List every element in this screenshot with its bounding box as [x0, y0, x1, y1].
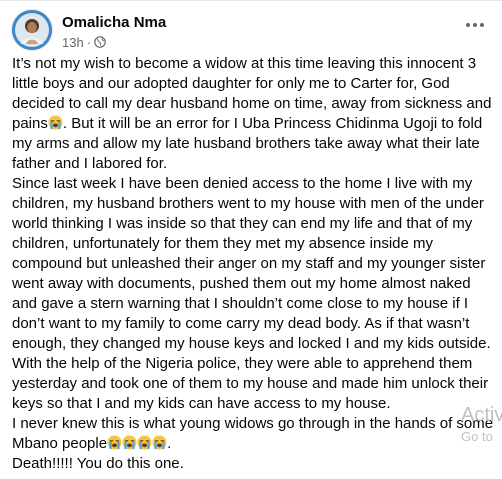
facebook-post: Omalicha Nma 13h · It’s not my wish to b… [0, 0, 502, 479]
paragraph-tail: . [167, 435, 172, 452]
meta-separator: · [86, 34, 92, 50]
paragraph-text: I never knew this is what young widows g… [12, 415, 494, 452]
globe-icon[interactable] [94, 36, 106, 48]
post-header: Omalicha Nma 13h · [12, 10, 492, 52]
post-body: It’s not my wish to become a widow at th… [12, 54, 496, 474]
avatar[interactable] [12, 10, 52, 50]
loudly-crying-face-icon [48, 115, 63, 130]
more-options-icon[interactable] [460, 14, 490, 36]
post-paragraph: Death!!!!! You do this one. [12, 454, 496, 474]
post-paragraph: Since last week I have been denied acces… [12, 174, 496, 414]
post-paragraph: It’s not my wish to become a widow at th… [12, 54, 496, 174]
avatar-photo [12, 10, 52, 50]
paragraph-text: Since last week I have been denied acces… [12, 175, 491, 412]
loudly-crying-face-icon [122, 435, 137, 450]
paragraph-text: Death!!!!! You do this one. [12, 455, 184, 472]
paragraph-tail: . But it will be an error for I Uba Prin… [12, 115, 483, 172]
post-timestamp[interactable]: 13h [62, 35, 84, 50]
post-paragraph: I never knew this is what young widows g… [12, 414, 496, 454]
post-meta: 13h · [62, 34, 106, 50]
loudly-crying-face-icon [152, 435, 167, 450]
loudly-crying-face-icon [137, 435, 152, 450]
loudly-crying-face-icon [107, 435, 122, 450]
post-author-name[interactable]: Omalicha Nma [62, 14, 166, 31]
